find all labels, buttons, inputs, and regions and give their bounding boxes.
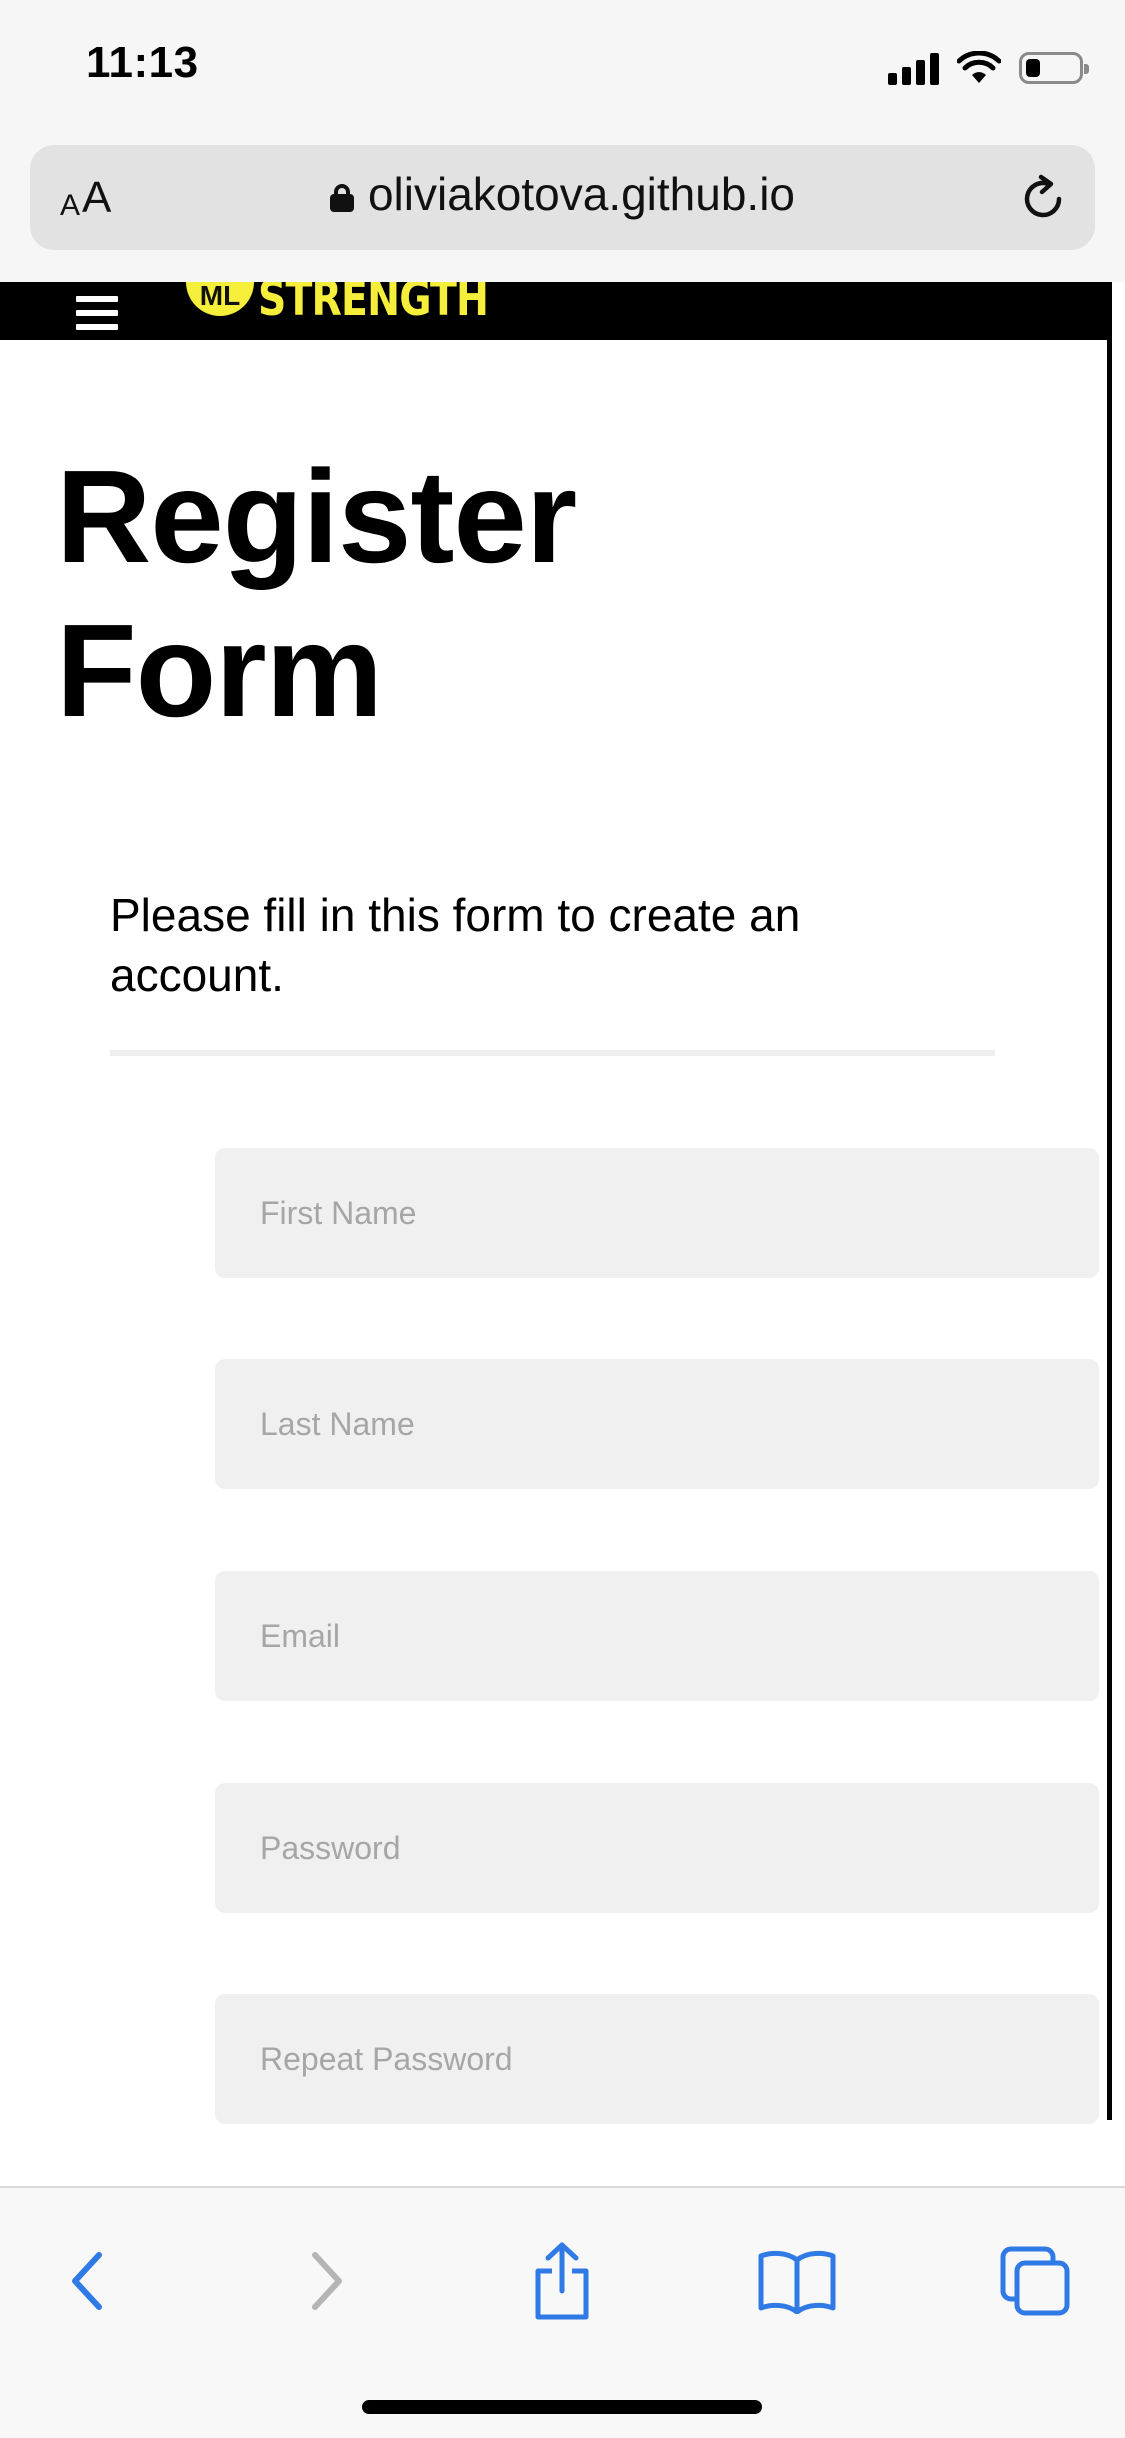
form-intro-text: Please fill in this form to create an ac… (110, 889, 801, 1001)
share-button[interactable] (517, 2236, 607, 2326)
browser-top-chrome: 11:13 AA oliviakotova.github.io (0, 0, 1125, 282)
page-title: Register Form (56, 440, 756, 748)
book-icon (758, 2250, 836, 2314)
page-title-line1: Register (56, 443, 577, 590)
site-header: ML STRENGTH (0, 282, 1107, 340)
page-title-line2: Form (56, 597, 383, 744)
logo-text: STRENGTH (258, 282, 489, 316)
site-logo[interactable]: ML STRENGTH (186, 282, 539, 316)
lock-icon (329, 184, 354, 212)
reload-icon[interactable] (1015, 171, 1071, 227)
forward-button[interactable] (282, 2236, 372, 2326)
home-indicator[interactable] (362, 2400, 762, 2414)
first-name-input[interactable] (215, 1148, 1099, 1278)
back-button[interactable] (42, 2236, 132, 2326)
email-input[interactable] (215, 1571, 1099, 1701)
hamburger-menu-icon[interactable] (76, 296, 118, 330)
share-icon (535, 2242, 589, 2320)
password-input[interactable] (215, 1783, 1099, 1913)
chevron-right-icon (312, 2252, 342, 2310)
last-name-input[interactable] (215, 1359, 1099, 1489)
cellular-signal-icon (888, 51, 939, 85)
tabs-icon (1000, 2246, 1070, 2316)
chevron-left-icon (72, 2252, 102, 2310)
url-display[interactable]: oliviakotova.github.io (30, 167, 1095, 221)
battery-icon (1019, 52, 1089, 84)
address-bar[interactable]: AA oliviakotova.github.io (30, 145, 1095, 250)
status-icons (888, 48, 1089, 88)
browser-toolbar (0, 2186, 1125, 2438)
tabs-button[interactable] (990, 2236, 1080, 2326)
page-edge-line (1107, 282, 1112, 2120)
status-time: 11:13 (86, 38, 199, 87)
bookmarks-button[interactable] (752, 2236, 842, 2326)
logo-badge: ML (186, 282, 254, 316)
wifi-icon (957, 51, 1001, 83)
url-domain: oliviakotova.github.io (367, 168, 796, 220)
repeat-password-input[interactable] (215, 1994, 1099, 2124)
divider (110, 1050, 995, 1056)
